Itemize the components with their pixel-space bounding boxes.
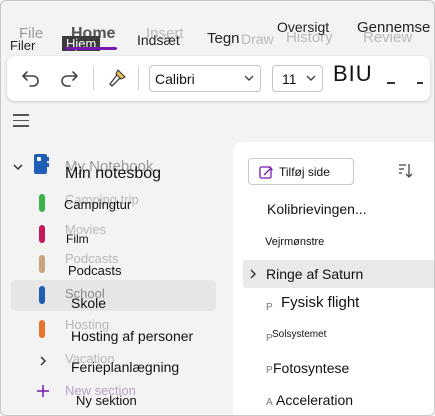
chevron-down-icon[interactable]	[12, 162, 24, 172]
format-painter-icon	[109, 69, 126, 87]
page-item-selected[interactable]: Ringe af Saturn	[243, 260, 434, 288]
section-podcasts[interactable]: Podcasts Podcasts	[11, 249, 216, 280]
page-label: Fotosyntese	[273, 360, 350, 376]
format-painter-button[interactable]	[105, 66, 129, 90]
font-size-value: 11	[282, 71, 297, 87]
page-label: Solsystemet	[272, 329, 327, 340]
sort-icon[interactable]	[397, 162, 413, 180]
section-label: Hosting af personer	[71, 328, 194, 344]
font-name-value: Calibri	[155, 71, 195, 87]
page-item[interactable]: P Solsystemet	[243, 323, 434, 351]
section-group-ferieplanlaegning[interactable]: Vacation Ferieplanlægning	[11, 347, 216, 378]
chevron-down-icon	[244, 75, 254, 81]
font-name-select[interactable]: Calibri	[149, 65, 261, 92]
section-film[interactable]: Movies Film	[11, 219, 216, 250]
section-group-label: Ferieplanlægning	[71, 359, 180, 375]
new-section-label: Ny sektion	[76, 393, 137, 408]
tab-indsaet[interactable]: Indsæt	[137, 32, 180, 48]
section-label: Podcasts	[68, 263, 122, 278]
add-page-label: Tilføj side	[279, 165, 330, 179]
active-tab-indicator	[65, 47, 117, 50]
toolbar-separator	[138, 66, 139, 90]
notebook-name[interactable]: Min notesbog	[65, 165, 161, 183]
underline-mark	[387, 82, 395, 84]
undo-button[interactable]	[19, 66, 43, 90]
page-item[interactable]: P Fotosyntese	[243, 355, 434, 383]
page-item[interactable]: A Acceleration	[243, 386, 434, 414]
bold-italic-underline-buttons[interactable]: BIU	[333, 61, 373, 87]
redo-button[interactable]	[57, 66, 81, 90]
section-label: Skole	[71, 295, 107, 311]
section-color-bar	[39, 320, 45, 338]
section-color-bar	[39, 255, 45, 273]
chevron-right-icon	[40, 356, 47, 366]
add-page-button[interactable]: Tilføj side	[248, 158, 354, 185]
page-ghost: A	[266, 397, 273, 408]
page-ghost: P	[266, 302, 273, 313]
tab-filer[interactable]: Filer	[10, 38, 35, 53]
onenote-window: File Filer Home Hjem Insert Indsæt Draw …	[0, 0, 435, 416]
section-color-bar	[39, 286, 45, 304]
section-color-bar	[39, 225, 45, 243]
chevron-right-icon	[250, 269, 256, 279]
tab-draw-ghost: Draw	[241, 31, 274, 47]
ribbon-toolbar: Calibri 11 BIU	[7, 56, 430, 101]
page-item[interactable]: Kolibrievingen...	[243, 197, 434, 225]
page-label: Fysisk flight	[281, 294, 360, 311]
tab-tegn[interactable]: Tegn	[207, 30, 240, 47]
navigation-toggle-button[interactable]	[13, 114, 29, 128]
page-item[interactable]: Vejrmønstre	[243, 228, 434, 256]
section-campingtur[interactable]: Camping trip Campingtur	[11, 188, 216, 219]
page-label: Vejrmønstre	[265, 236, 325, 248]
section-label: Film	[66, 232, 89, 246]
section-color-bar	[39, 194, 45, 212]
tab-gennemse[interactable]: Gennemse	[357, 19, 430, 36]
notebook-tree: My Notebook Min notesbog Camping trip Ca…	[1, 141, 231, 415]
redo-icon	[61, 71, 78, 87]
new-section-button[interactable]: New section Ny sektion	[11, 379, 216, 410]
tab-oversigt[interactable]: Oversigt	[277, 19, 329, 35]
page-label: Ringe af Saturn	[266, 266, 364, 282]
page-label: Acceleration	[276, 392, 354, 408]
plus-icon	[37, 385, 49, 397]
notebook-icon	[34, 154, 49, 174]
page-list-panel: Tilføj side Kolibrievingen... Vejrmønstr…	[233, 142, 434, 415]
section-skole[interactable]: School Skole	[11, 280, 216, 311]
page-label: Kolibrievingen...	[267, 201, 367, 217]
font-size-select[interactable]: 11	[272, 65, 323, 92]
more-options-mark	[417, 82, 423, 84]
undo-icon	[22, 71, 39, 87]
chevron-down-icon	[306, 75, 316, 81]
toolbar-separator	[93, 66, 94, 90]
page-item[interactable]: P Fysisk flight	[243, 292, 434, 320]
page-ghost: P	[266, 365, 273, 376]
add-page-icon	[259, 166, 273, 179]
section-label: Campingtur	[64, 197, 132, 212]
section-hosting[interactable]: Hosting Hosting af personer	[11, 314, 216, 345]
ribbon-tabs: File Filer Home Hjem Insert Indsæt Draw …	[1, 1, 434, 53]
